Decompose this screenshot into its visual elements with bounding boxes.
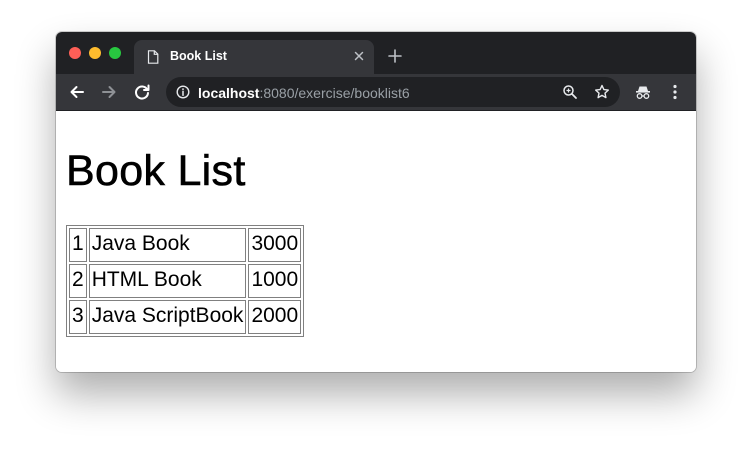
- book-title: Java ScriptBook: [88, 300, 247, 334]
- table-row: 1 Java Book 3000: [69, 228, 302, 262]
- book-price: 3000: [248, 228, 302, 262]
- book-title: Java Book: [88, 228, 247, 262]
- book-price: 2000: [248, 300, 302, 334]
- desktop: Book List localhost:8080/exercise/bookli…: [0, 0, 752, 452]
- book-title: HTML Book: [88, 264, 247, 298]
- maximize-window-button[interactable]: [109, 47, 121, 59]
- url-text[interactable]: localhost:8080/exercise/booklist6: [198, 85, 410, 101]
- menu-kebab-icon[interactable]: [666, 83, 684, 101]
- reload-icon[interactable]: [133, 83, 151, 101]
- back-arrow-icon[interactable]: [68, 83, 86, 101]
- page-title: Book List: [66, 147, 246, 196]
- new-tab-icon[interactable]: [388, 49, 402, 63]
- incognito-icon[interactable]: [634, 83, 652, 101]
- address-bar[interactable]: localhost:8080/exercise/booklist6: [166, 77, 620, 107]
- book-table: 1 Java Book 3000 2 HTML Book 1000 3 Java…: [66, 225, 305, 337]
- page-content: Book List 1 Java Book 3000 2 HTML Book 1…: [56, 111, 696, 372]
- table-row: 2 HTML Book 1000: [69, 264, 302, 298]
- bookmark-star-icon[interactable]: [594, 84, 610, 100]
- page-icon: [147, 50, 159, 64]
- tab-title: Book List: [170, 49, 227, 63]
- zoom-icon[interactable]: [562, 84, 578, 100]
- tab-book-list[interactable]: Book List: [134, 40, 374, 74]
- info-icon[interactable]: [176, 85, 190, 99]
- book-number: 1: [69, 228, 87, 262]
- browser-window: Book List localhost:8080/exercise/bookli…: [56, 32, 696, 372]
- minimize-window-button[interactable]: [89, 47, 101, 59]
- url-host: localhost: [198, 85, 260, 101]
- browser-toolbar: localhost:8080/exercise/booklist6: [56, 74, 696, 111]
- close-tab-icon[interactable]: [352, 49, 366, 63]
- forward-arrow-icon[interactable]: [100, 83, 118, 101]
- book-number: 2: [69, 264, 87, 298]
- tab-strip: Book List: [56, 32, 696, 74]
- table-row: 3 Java ScriptBook 2000: [69, 300, 302, 334]
- url-path: :8080/exercise/booklist6: [259, 85, 410, 101]
- close-window-button[interactable]: [69, 47, 81, 59]
- book-price: 1000: [248, 264, 302, 298]
- book-number: 3: [69, 300, 87, 334]
